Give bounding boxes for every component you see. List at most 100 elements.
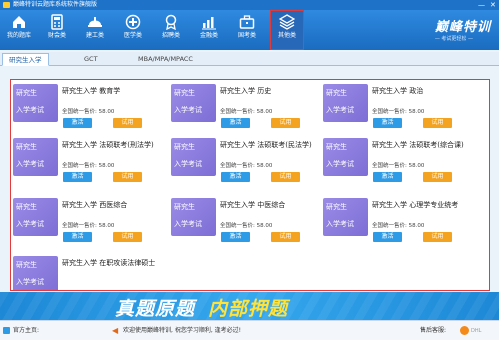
toolbar-item-other[interactable]: 其他类 [270,10,304,50]
support-chat-icon[interactable] [460,326,469,335]
product-grid: 研究生 入学考试 研究生入学 教育学 全国统一售价: 58.00 激活 试用 研究… [10,79,490,291]
product-thumbnail[interactable]: 研究生 入学考试 [13,198,58,236]
calculator-icon [51,14,63,30]
product-title: 研究生入学 中医综合 [220,201,286,209]
thumbnail-text: 研究生 [16,89,37,97]
toolbar-item-label: 国考类 [237,32,256,39]
badge-icon [165,14,177,30]
thumbnail-text: 入学考试 [16,220,44,228]
homepage-link[interactable]: 官方主页: [13,321,39,340]
speaker-icon: ◀ [112,326,119,335]
product-thumbnail[interactable]: 研究生 入学考试 [13,138,58,176]
product-price: 全国统一售价: 58.00 [220,223,273,229]
activate-button[interactable]: 激活 [221,232,250,242]
close-button[interactable]: ✕ [490,0,496,10]
category-toolbar: 我的题库 财会类 建工类 医学类 招聘类 金融类 国考类 其他类 巅峰特训 — … [0,10,499,50]
trial-button[interactable]: 试用 [113,232,142,242]
product-thumbnail[interactable]: 研究生 入学考试 [323,84,368,122]
product-thumbnail[interactable]: 研究生 入学考试 [323,138,368,176]
thumbnail-text: 研究生 [326,143,347,151]
toolbar-item-finance[interactable]: 金融类 [192,10,226,50]
toolbar-item-accounting[interactable]: 财会类 [40,10,74,50]
thumbnail-text: 入学考试 [16,278,44,286]
toolbar-item-label: 其他类 [277,32,296,39]
thumbnail-text: 入学考试 [174,220,202,228]
thumbnail-text: 研究生 [16,203,37,211]
status-bar: 官方主页: ◀ 欢迎使用巅峰特训, 祝您学习顺利, 逢考必过! 售后客服: DH… [0,320,499,340]
thumbnail-text: 研究生 [174,143,195,151]
thumbnail-text: 入学考试 [174,160,202,168]
support-label: 售后客服: [420,327,447,334]
trial-button[interactable]: 试用 [113,172,142,182]
trial-button[interactable]: 试用 [423,232,452,242]
thumbnail-text: 研究生 [16,261,37,269]
activate-button[interactable]: 激活 [221,172,250,182]
thumbnail-text: 研究生 [326,89,347,97]
toolbar-item-my-bank[interactable]: 我的题库 [2,10,36,50]
product-title: 研究生入学 法硕联考(刑法学) [62,141,154,149]
tab-graduate-entrance[interactable]: 研究生入学 [2,53,49,66]
toolbar-item-label: 招聘类 [161,32,180,39]
thumbnail-text: 入学考试 [326,220,354,228]
product-thumbnail[interactable]: 研究生 入学考试 [171,138,216,176]
activate-button[interactable]: 激活 [373,118,402,128]
toolbar-item-recruitment[interactable]: 招聘类 [154,10,188,50]
watermark: DHL [471,328,482,334]
toolbar-item-label: 金融类 [199,32,218,39]
activate-button[interactable]: 激活 [373,232,402,242]
activate-button[interactable]: 激活 [63,118,92,128]
toolbar-item-medical[interactable]: 医学类 [116,10,150,50]
thumbnail-text: 入学考试 [16,160,44,168]
product-card: 研究生 入学考试 研究生入学 历史 全国统一售价: 58.00 激活 试用 [171,84,325,136]
title-bar: 巅峰特训云题库系统软件旗舰版 — ✕ [0,0,499,10]
toolbar-item-civil-service[interactable]: 国考类 [230,10,264,50]
trial-button[interactable]: 试用 [271,232,300,242]
product-card: 研究生 入学考试 研究生入学 法硕联考(综合课) 全国统一售价: 58.00 激活… [323,138,477,190]
banner-text-highlight: 内部押题 [208,298,289,320]
product-title: 研究生入学 政治 [372,87,424,95]
product-price: 全国统一售价: 58.00 [220,163,273,169]
toolbar-item-label: 建工类 [85,32,104,39]
product-price: 全国统一售价: 58.00 [372,223,425,229]
welcome-notice: 欢迎使用巅峰特训, 祝您学习顺利, 逢考必过! [123,327,242,334]
window-title: 巅峰特训云题库系统软件旗舰版 [13,1,98,8]
product-thumbnail[interactable]: 研究生 入学考试 [13,84,58,122]
product-thumbnail[interactable]: 研究生 入学考试 [171,198,216,236]
product-card: 研究生 入学考试 研究生入学 在职攻读法律硕士 [13,256,167,290]
activate-button[interactable]: 激活 [63,172,92,182]
product-price: 全国统一售价: 58.00 [62,163,115,169]
thumbnail-text: 入学考试 [326,106,354,114]
trial-button[interactable]: 试用 [423,118,452,128]
subcategory-tabs: 研究生入学 GCT MBA/MPA/MPACC [0,52,499,66]
activate-button[interactable]: 激活 [373,172,402,182]
activate-button[interactable]: 激活 [63,232,92,242]
briefcase-icon [239,15,255,29]
product-thumbnail[interactable]: 研究生 入学考试 [323,198,368,236]
brand-slogan: — 考试更轻松 — [434,36,473,42]
toolbar-item-label: 我的题库 [6,32,31,39]
product-price: 全国统一售价: 58.00 [62,223,115,229]
tab-gct[interactable]: GCT [78,53,104,66]
promo-banner[interactable]: 真题原题 内部押题 [0,292,499,320]
product-title: 研究生入学 法硕联考(综合课) [372,141,464,149]
product-thumbnail[interactable]: 研究生 入学考试 [171,84,216,122]
activate-button[interactable]: 激活 [221,118,250,128]
toolbar-item-construction[interactable]: 建工类 [78,10,112,50]
trial-button[interactable]: 试用 [271,172,300,182]
minimize-button[interactable]: — [478,0,485,10]
product-title: 研究生入学 西医综合 [62,201,128,209]
trial-button[interactable]: 试用 [271,118,300,128]
tab-mba-mpa-mpacc[interactable]: MBA/MPA/MPACC [132,53,199,66]
trial-button[interactable]: 试用 [423,172,452,182]
product-thumbnail[interactable]: 研究生 入学考试 [13,256,58,290]
product-card: 研究生 入学考试 研究生入学 法硕联考(刑法学) 全国统一售价: 58.00 激活… [13,138,167,190]
product-title: 研究生入学 历史 [220,87,272,95]
home-icon [13,16,25,28]
product-title: 研究生入学 教育学 [62,87,121,95]
product-card: 研究生 入学考试 研究生入学 政治 全国统一售价: 58.00 激活 试用 [323,84,477,136]
trial-button[interactable]: 试用 [113,118,142,128]
product-card: 研究生入学考试 研究生入学 西医综合 全国统一售价: 58.00 激活 试用 [13,198,167,250]
thumbnail-text: 研究生 [174,89,195,97]
thumbnail-text: 入学考试 [326,160,354,168]
brand-logo: 巅峰特训 [434,20,491,35]
